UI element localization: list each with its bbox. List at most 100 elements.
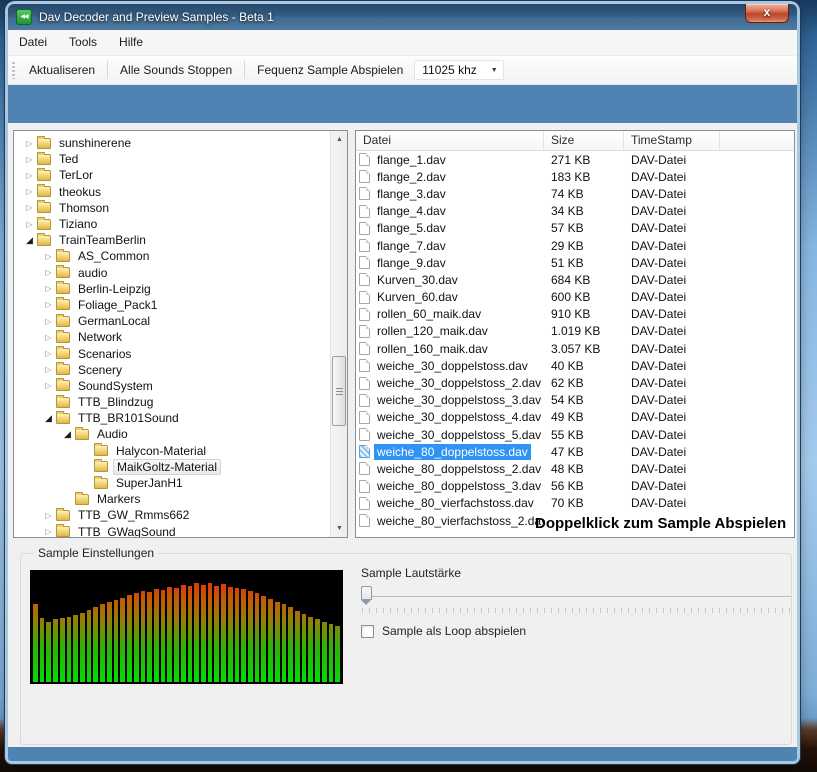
column-header-Datei[interactable]: Datei (356, 131, 544, 150)
tree-item[interactable]: ▷Tiziano (14, 216, 330, 232)
table-row[interactable]: weiche_30_doppelstoss_4.dav49 KBDAV-Date… (356, 409, 794, 426)
expander-icon[interactable]: ▷ (41, 333, 56, 342)
table-row[interactable]: Kurven_60.dav600 KBDAV-Datei (356, 289, 794, 306)
file-size: 47 KB (544, 445, 624, 459)
expander-icon[interactable]: ▷ (22, 139, 37, 148)
expander-icon[interactable]: ▷ (41, 300, 56, 309)
table-row[interactable]: flange_5.dav57 KBDAV-Datei (356, 220, 794, 237)
spectrum-bar (73, 615, 78, 682)
expander-icon[interactable]: ▷ (22, 171, 37, 180)
expander-icon[interactable]: ▷ (41, 252, 56, 261)
table-row[interactable]: weiche_80_doppelstoss.dav47 KBDAV-Datei (356, 443, 794, 460)
menu-item-hilfe[interactable]: Hilfe (108, 30, 154, 55)
loop-checkbox[interactable] (361, 625, 374, 638)
tree-item[interactable]: ◢TrainTeamBerlin (14, 232, 330, 248)
tree-item[interactable]: ◢TTB_BR101Sound (14, 410, 330, 426)
expander-icon[interactable]: ▷ (41, 365, 56, 374)
toolbar-button-3[interactable]: Fequenz Sample Abspielen (248, 59, 412, 81)
frequency-combobox[interactable]: 11025 khz▼ (414, 60, 503, 80)
expander-icon[interactable]: ▷ (41, 381, 56, 390)
file-name: Kurven_30.dav (374, 272, 461, 288)
tree-item[interactable]: SuperJanH1 (14, 475, 330, 491)
table-row[interactable]: rollen_60_maik.dav910 KBDAV-Datei (356, 306, 794, 323)
expander-icon[interactable]: ▷ (41, 349, 56, 358)
tree-item[interactable]: ▷TTB_GWagSound (14, 524, 330, 539)
table-row[interactable]: flange_1.dav271 KBDAV-Datei (356, 151, 794, 168)
tree-item[interactable]: ▷theokus (14, 184, 330, 200)
tree-item[interactable]: MaikGoltz-Material (14, 459, 330, 475)
toolbar-button-2[interactable]: Alle Sounds Stoppen (111, 59, 241, 81)
file-timestamp: DAV-Datei (624, 239, 720, 253)
menu-item-tools[interactable]: Tools (58, 30, 108, 55)
toolbar-button-1[interactable]: Aktualiseren (20, 59, 104, 81)
table-row[interactable]: flange_3.dav74 KBDAV-Datei (356, 185, 794, 202)
tree-item-label: Audio (94, 427, 131, 441)
tree-item[interactable]: ▷Berlin-Leipzig (14, 281, 330, 297)
table-row[interactable]: rollen_120_maik.dav1.019 KBDAV-Datei (356, 323, 794, 340)
tree-item[interactable]: ▷AS_Common (14, 248, 330, 264)
table-row[interactable]: rollen_160_maik.dav3.057 KBDAV-Datei (356, 340, 794, 357)
tree-item[interactable]: ▷Scenarios (14, 345, 330, 361)
file-icon (359, 394, 370, 407)
tree-item[interactable]: ▷ Ted (14, 151, 330, 167)
table-row[interactable]: flange_2.dav183 KBDAV-Datei (356, 168, 794, 185)
tree-item[interactable]: Markers (14, 491, 330, 507)
combo-dropdown-icon[interactable]: ▼ (491, 67, 498, 74)
tree-item[interactable]: ▷sunshinerene (14, 135, 330, 151)
table-row[interactable]: weiche_80_vierfachstoss.dav70 KBDAV-Date… (356, 495, 794, 512)
expander-icon[interactable]: ▷ (22, 187, 37, 196)
volume-slider-thumb[interactable] (361, 586, 372, 600)
folder-icon (56, 283, 70, 294)
tree-item[interactable]: ▷Thomson (14, 200, 330, 216)
table-row[interactable]: flange_7.dav29 KBDAV-Datei (356, 237, 794, 254)
table-row[interactable]: flange_9.dav51 KBDAV-Datei (356, 254, 794, 271)
tree-item-label: Ted (56, 152, 81, 166)
expander-icon[interactable]: ▷ (41, 268, 56, 277)
column-header-empty[interactable] (720, 131, 794, 150)
table-row[interactable]: weiche_30_doppelstoss_2.dav62 KBDAV-Date… (356, 374, 794, 391)
column-header-Size[interactable]: Size (544, 131, 624, 150)
tree-item[interactable]: ▷Network (14, 329, 330, 345)
toolbar-grip-icon[interactable] (12, 62, 15, 79)
menu-item-datei[interactable]: Datei (8, 30, 58, 55)
tree-item[interactable]: ▷TTB_GW_Rmms662 (14, 507, 330, 523)
tree-item[interactable]: ◢ Audio (14, 426, 330, 442)
expander-icon[interactable]: ▷ (22, 203, 37, 212)
scroll-down-icon[interactable]: ▼ (331, 521, 348, 536)
tree-item[interactable]: ▷Foliage_Pack1 (14, 297, 330, 313)
table-row[interactable]: weiche_30_doppelstoss_5.dav55 KBDAV-Date… (356, 426, 794, 443)
expander-icon[interactable]: ▷ (41, 527, 56, 536)
expander-icon[interactable]: ◢ (41, 413, 56, 424)
expander-icon[interactable]: ▷ (41, 511, 56, 520)
scrollbar-thumb[interactable] (332, 356, 346, 426)
file-name: flange_3.dav (374, 186, 449, 202)
table-row[interactable]: weiche_80_doppelstoss_3.dav56 KBDAV-Date… (356, 478, 794, 495)
table-row[interactable]: weiche_80_doppelstoss_2.dav48 KBDAV-Date… (356, 460, 794, 477)
table-row[interactable]: flange_4.dav34 KBDAV-Datei (356, 203, 794, 220)
tree-item[interactable]: ▷GermanLocal (14, 313, 330, 329)
expander-icon[interactable]: ▷ (41, 317, 56, 326)
tree-item-label: TTB_Blindzug (75, 395, 156, 409)
table-row[interactable]: Kurven_30.dav684 KBDAV-Datei (356, 271, 794, 288)
file-timestamp: DAV-Datei (624, 445, 720, 459)
title-bar[interactable]: ◀◀ Dav Decoder and Preview Samples - Bet… (8, 4, 797, 30)
close-button[interactable]: x (745, 4, 789, 23)
column-header-TimeStamp[interactable]: TimeStamp (624, 131, 720, 150)
volume-slider-track[interactable] (361, 596, 791, 598)
tree-item[interactable]: ▷SoundSystem (14, 378, 330, 394)
scroll-up-icon[interactable]: ▲ (331, 132, 348, 147)
tree-item[interactable]: ▷TerLor (14, 167, 330, 183)
expander-icon[interactable]: ▷ (22, 155, 37, 164)
tree-item[interactable]: Halycon-Material (14, 443, 330, 459)
tree-item[interactable]: ▷audio (14, 265, 330, 281)
tree-item[interactable]: TTB_Blindzug (14, 394, 330, 410)
table-row[interactable]: weiche_30_doppelstoss_3.dav54 KBDAV-Date… (356, 392, 794, 409)
expander-icon[interactable]: ▷ (22, 220, 37, 229)
expander-icon[interactable]: ▷ (41, 284, 56, 293)
expander-icon[interactable]: ◢ (22, 235, 37, 246)
tree-scrollbar[interactable]: ▲ ▼ (330, 131, 347, 537)
tree-item[interactable]: ▷Scenery (14, 362, 330, 378)
table-row[interactable]: weiche_30_doppelstoss.dav40 KBDAV-Datei (356, 357, 794, 374)
window-title: Dav Decoder and Preview Samples - Beta 1 (39, 4, 274, 30)
expander-icon[interactable]: ◢ (60, 429, 75, 440)
